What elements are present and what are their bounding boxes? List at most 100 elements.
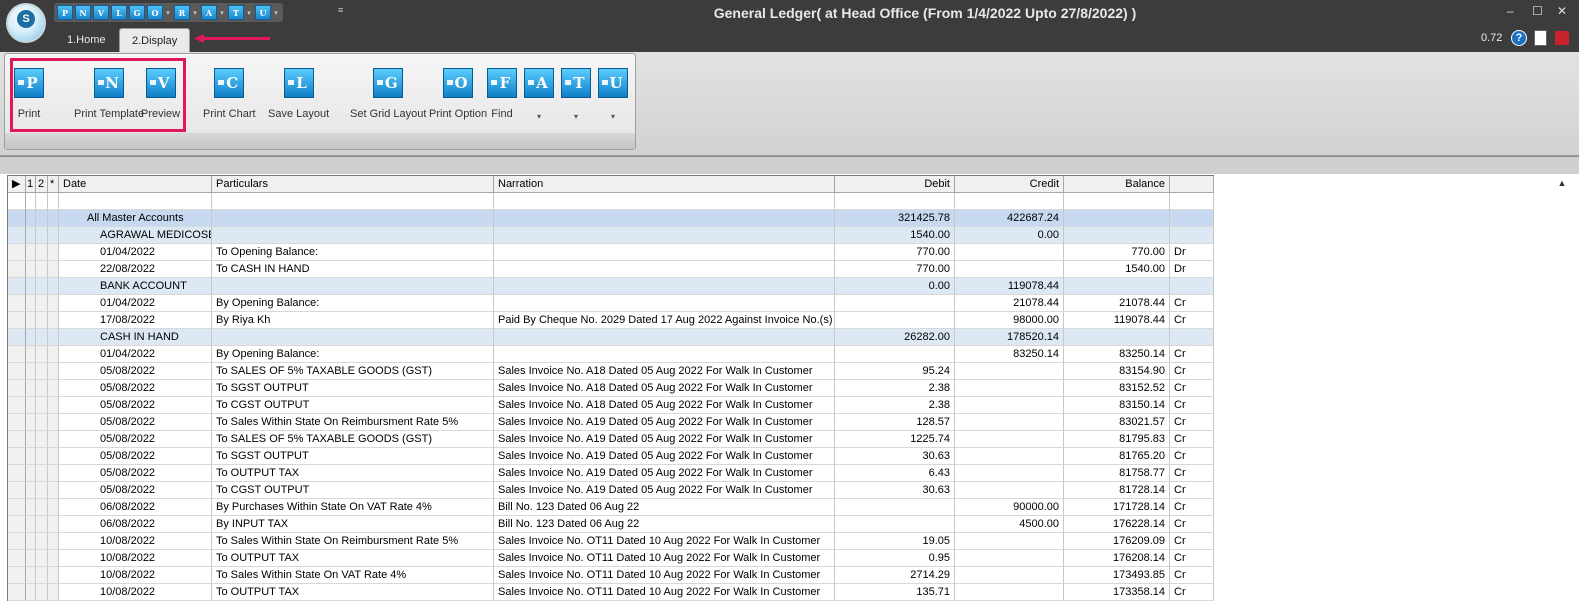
row-selector[interactable] (8, 261, 26, 278)
cell-debit[interactable]: 321425.78 (835, 210, 955, 227)
filter-balance-input[interactable] (1064, 193, 1170, 210)
document-icon[interactable] (1534, 30, 1547, 46)
cell-debit[interactable] (835, 295, 955, 312)
cell-particulars[interactable]: To Sales Within State On VAT Rate 4% (212, 567, 494, 584)
table-row[interactable]: 22/08/2022 To CASH IN HAND 770.00 1540.00 Dr (8, 261, 1214, 278)
filter-date-input[interactable] (59, 193, 212, 210)
cell-balance[interactable]: 83152.52 (1064, 380, 1170, 397)
column-header-narration[interactable]: Narration (494, 176, 835, 193)
cell-narration[interactable]: Sales Invoice No. A18 Dated 05 Aug 2022 … (494, 363, 835, 380)
filter-narration-input[interactable] (494, 193, 835, 210)
cell-date[interactable]: 05/08/2022 (59, 397, 212, 414)
cell-debit[interactable]: 26282.00 (835, 329, 955, 346)
cell-balance[interactable]: 81728.14 (1064, 482, 1170, 499)
cell-debit[interactable]: 0.00 (835, 278, 955, 295)
cell-drcr[interactable]: Dr (1170, 244, 1214, 261)
app-logo-button[interactable]: S (6, 3, 46, 43)
cell-credit[interactable] (955, 448, 1064, 465)
cell-credit[interactable] (955, 244, 1064, 261)
cell-credit[interactable] (955, 431, 1064, 448)
cell-particulars[interactable]: By Purchases Within State On VAT Rate 4% (212, 499, 494, 516)
cell-particulars[interactable]: To SGST OUTPUT (212, 380, 494, 397)
cell-credit[interactable] (955, 550, 1064, 567)
cell-balance[interactable]: 83154.90 (1064, 363, 1170, 380)
cell-drcr[interactable] (1170, 278, 1214, 295)
table-row[interactable]: 10/08/2022 To Sales Within State On Reimb… (8, 533, 1214, 550)
cell-credit[interactable]: 4500.00 (955, 516, 1064, 533)
column-header-drcr[interactable] (1170, 176, 1214, 193)
row-selector[interactable] (8, 397, 26, 414)
filter-drcr-input[interactable] (1170, 193, 1214, 210)
cell-narration[interactable] (494, 261, 835, 278)
cell-narration[interactable] (494, 295, 835, 312)
cell-drcr[interactable]: Dr (1170, 261, 1214, 278)
cell-particulars[interactable]: To CGST OUTPUT (212, 397, 494, 414)
cell-narration[interactable] (494, 210, 835, 227)
dropdown-a-button[interactable]: A ▾ (524, 68, 554, 121)
cell-narration[interactable]: Sales Invoice No. A19 Dated 05 Aug 2022 … (494, 414, 835, 431)
cell-particulars[interactable]: By Opening Balance: (212, 346, 494, 363)
cell-drcr[interactable] (1170, 227, 1214, 244)
row-selector[interactable] (8, 431, 26, 448)
row-selector[interactable] (8, 329, 26, 346)
cell-date[interactable]: 05/08/2022 (59, 363, 212, 380)
minimize-button[interactable]: ‒ (1507, 4, 1514, 18)
table-row[interactable]: 05/08/2022 To Sales Within State On Reimb… (8, 414, 1214, 431)
cell-drcr[interactable]: Cr (1170, 499, 1214, 516)
cell-narration[interactable]: Bill No. 123 Dated 06 Aug 22 (494, 516, 835, 533)
cell-date[interactable]: 17/08/2022 (59, 312, 212, 329)
cell-date[interactable]: 06/08/2022 (59, 516, 212, 533)
table-row[interactable]: 01/04/2022 By Opening Balance: 83250.14 832… (8, 346, 1214, 363)
table-row[interactable]: 05/08/2022 To OUTPUT TAX Sales Invoice No.… (8, 465, 1214, 482)
cell-particulars[interactable]: To Sales Within State On Reimbursment Ra… (212, 414, 494, 431)
table-row[interactable]: 05/08/2022 To CGST OUTPUT Sales Invoice No… (8, 397, 1214, 414)
cell-date[interactable]: 10/08/2022 (59, 584, 212, 601)
row-selector[interactable] (8, 482, 26, 499)
cell-credit[interactable]: 83250.14 (955, 346, 1064, 363)
cell-drcr[interactable]: Cr (1170, 397, 1214, 414)
scroll-up-icon[interactable]: ▲ (1555, 178, 1569, 192)
cell-date[interactable]: 01/04/2022 (59, 295, 212, 312)
cell-balance[interactable]: 119078.44 (1064, 312, 1170, 329)
cell-drcr[interactable]: Cr (1170, 448, 1214, 465)
cell-credit[interactable] (955, 261, 1064, 278)
cell-balance[interactable]: 83150.14 (1064, 397, 1170, 414)
cell-drcr[interactable]: Cr (1170, 346, 1214, 363)
cell-debit[interactable] (835, 312, 955, 329)
column-header-credit[interactable]: Credit (955, 176, 1064, 193)
row-selector[interactable] (8, 567, 26, 584)
table-row[interactable]: 05/08/2022 To SALES OF 5% TAXABLE GOODS (… (8, 363, 1214, 380)
cell-debit[interactable]: 30.63 (835, 448, 955, 465)
cell-credit[interactable]: 178520.14 (955, 329, 1064, 346)
cell-credit[interactable] (955, 567, 1064, 584)
cell-credit[interactable]: 422687.24 (955, 210, 1064, 227)
cell-balance[interactable]: 81765.20 (1064, 448, 1170, 465)
cell-balance[interactable]: 83250.14 (1064, 346, 1170, 363)
cell-balance[interactable] (1064, 227, 1170, 244)
cell-date[interactable]: 10/08/2022 (59, 550, 212, 567)
cell-debit[interactable] (835, 499, 955, 516)
cell-debit[interactable] (835, 346, 955, 363)
cell-date[interactable]: 22/08/2022 (59, 261, 212, 278)
row-selector[interactable] (8, 550, 26, 567)
cell-credit[interactable]: 98000.00 (955, 312, 1064, 329)
cell-credit[interactable] (955, 584, 1064, 601)
table-row[interactable]: 17/08/2022 By Riya Kh Paid By Cheque No. 2… (8, 312, 1214, 329)
column-header-particulars[interactable]: Particulars (212, 176, 494, 193)
cell-balance[interactable]: 21078.44 (1064, 295, 1170, 312)
maximize-button[interactable]: ☐ (1532, 4, 1543, 18)
save-layout-button[interactable]: L Save Layout (268, 68, 329, 120)
row-selector[interactable] (8, 312, 26, 329)
cell-drcr[interactable]: Cr (1170, 295, 1214, 312)
cell-particulars[interactable] (212, 329, 494, 346)
row-selector[interactable] (8, 533, 26, 550)
group-row[interactable]: AGRAWAL MEDICOSE 1540.00 0.00 (8, 227, 1214, 244)
cell-drcr[interactable]: Cr (1170, 312, 1214, 329)
tab-display[interactable]: 2.Display (119, 28, 191, 52)
cell-balance[interactable] (1064, 210, 1170, 227)
cell-drcr[interactable]: Cr (1170, 533, 1214, 550)
cell-debit[interactable]: 2.38 (835, 380, 955, 397)
set-grid-layout-button[interactable]: G Set Grid Layout (350, 68, 426, 120)
cell-debit[interactable]: 128.57 (835, 414, 955, 431)
cell-balance[interactable]: 1540.00 (1064, 261, 1170, 278)
